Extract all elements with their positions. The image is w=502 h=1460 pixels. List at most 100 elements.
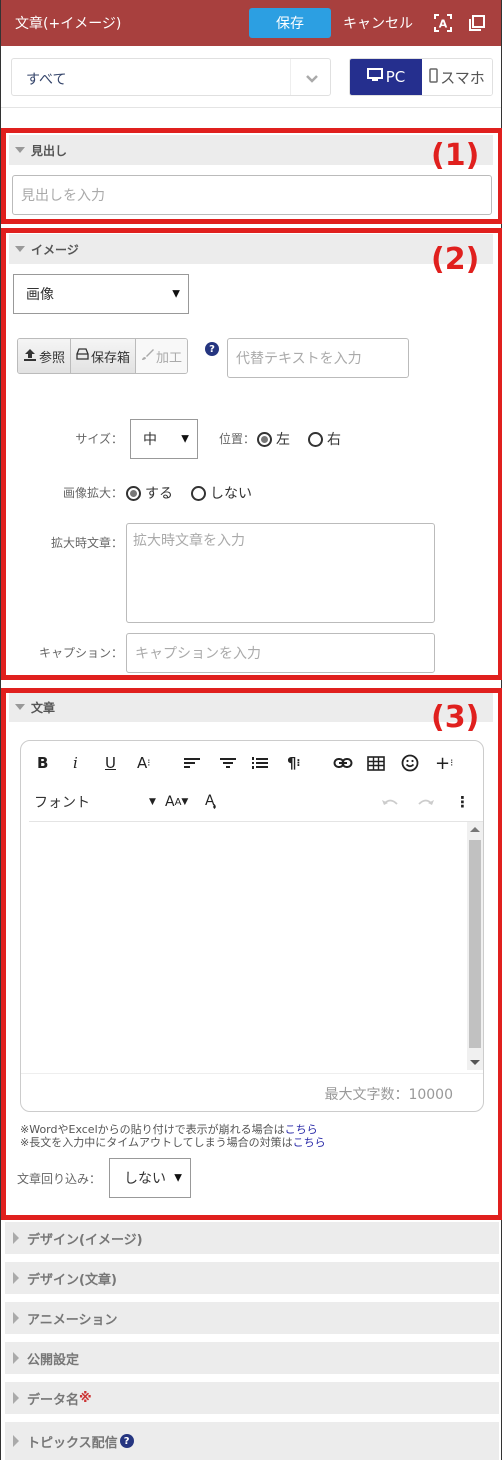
editor-toolbar-row1: B i U A ⁝ ¶ ⁝ + ⁝ (21, 745, 483, 781)
timeout-help-link[interactable]: こちら (293, 1136, 326, 1149)
more-options-icon[interactable]: ⋮ (455, 790, 470, 814)
help-icon[interactable]: ? (205, 342, 219, 356)
undo-icon[interactable] (381, 790, 399, 814)
save-button[interactable]: 保存 (249, 8, 331, 38)
ordered-list-icon[interactable] (251, 751, 269, 775)
caret-right-icon (13, 1272, 19, 1284)
caret-right-icon (13, 1392, 19, 1404)
section-design-image[interactable]: デザイン(イメージ) (5, 1222, 499, 1254)
position-label: 位置： (218, 432, 255, 446)
editor-toolbar-row2: フォント ▼ A A ▼ A ⋮ (21, 784, 483, 820)
alt-text-input[interactable]: 代替テキストを入力 (227, 338, 409, 378)
dropdown-arrow-icon: ▼ (174, 1172, 182, 1184)
smartphone-label: スマホ (440, 68, 485, 87)
pc-label: PC (385, 68, 406, 86)
copy-icon[interactable] (467, 13, 487, 33)
section-heading-header[interactable]: 見出し (9, 135, 493, 165)
section-design-text[interactable]: デザイン(文章) (5, 1262, 499, 1294)
redo-icon[interactable] (417, 790, 435, 814)
text-wrap-select[interactable]: しない ▼ (109, 1158, 191, 1198)
editor-content-area[interactable] (29, 821, 483, 1073)
annotation-label-3: (3) (431, 700, 480, 735)
position-right-radio[interactable]: 右 (308, 429, 341, 449)
chevron-down-icon (302, 68, 322, 88)
align-left-icon[interactable] (183, 751, 201, 775)
scroll-up-arrow-icon[interactable] (470, 827, 480, 832)
text-style-button[interactable]: A ⁝ (137, 751, 150, 775)
position-right-label: 右 (327, 432, 341, 448)
editor-scrollbar[interactable] (467, 822, 483, 1070)
cancel-button[interactable]: キャンセル (343, 13, 413, 33)
scroll-down-arrow-icon[interactable] (470, 1060, 480, 1065)
emoji-icon[interactable] (401, 751, 419, 775)
radio-checked-icon (257, 431, 272, 447)
section-topics-distribution[interactable]: トピックス配信 ? (5, 1422, 499, 1460)
scope-select[interactable]: すべて (11, 58, 331, 96)
browse-label: 参照 (39, 350, 66, 366)
text-wrap-value: しない (124, 1171, 166, 1187)
smartphone-button[interactable]: スマホ (422, 59, 492, 95)
caption-label: キャプション： (38, 646, 123, 660)
size-select[interactable]: 中 ▼ (130, 419, 198, 459)
section-topics-label: トピックス配信 (27, 1435, 118, 1451)
section-image-header[interactable]: イメージ (9, 234, 493, 264)
dropdown-arrow-icon: ▼ (181, 433, 189, 445)
caret-right-icon (13, 1435, 19, 1447)
radio-unchecked-icon (308, 431, 323, 447)
section-text-header[interactable]: 文章 (9, 692, 493, 722)
font-size-button[interactable]: A A ▼ (165, 790, 188, 814)
zoom-label: 画像拡大： (62, 486, 123, 500)
scrollbar-thumb[interactable] (469, 840, 481, 1048)
paragraph-format-button[interactable]: ¶ ⁝ (287, 751, 300, 775)
monitor-icon (366, 68, 383, 86)
brush-icon (141, 348, 155, 365)
zoom-no-radio[interactable]: しない (191, 483, 252, 503)
browse-button[interactable]: 参照 (18, 339, 72, 373)
caption-input[interactable]: キャプションを入力 (126, 633, 435, 673)
device-row: すべて PC スマホ (1, 46, 501, 108)
section-publish-settings-label: 公開設定 (27, 1352, 80, 1368)
storage-box-icon (76, 348, 89, 364)
zoom-text-label: 拡大時文章： (50, 536, 123, 550)
link-icon[interactable] (333, 751, 353, 775)
help-icon[interactable]: ? (119, 1434, 134, 1448)
header-bar: 文章(+イメージ) 保存 キャンセル A (1, 0, 501, 46)
caret-down-icon (15, 704, 25, 710)
heading-input[interactable]: 見出しを入力 (12, 175, 492, 215)
bold-button[interactable]: B (37, 751, 48, 775)
insert-more-button[interactable]: + ⁝ (435, 751, 453, 775)
italic-button[interactable]: i (73, 751, 78, 775)
section-data-name-label: データ名 (27, 1392, 80, 1408)
font-family-label[interactable]: フォント (34, 790, 90, 814)
text-color-icon[interactable]: A (205, 790, 219, 814)
position-left-radio[interactable]: 左 (257, 429, 290, 449)
align-center-icon[interactable] (219, 751, 237, 775)
radio-checked-icon (126, 485, 141, 501)
font-dropdown-caret-icon[interactable]: ▼ (149, 790, 156, 814)
underline-button[interactable]: U (105, 751, 116, 775)
text-recognition-icon[interactable]: A (433, 13, 453, 33)
select-divider (290, 59, 291, 95)
radio-unchecked-icon (191, 485, 206, 501)
edit-image-label: 加工 (156, 350, 183, 366)
max-characters: 最大文字数：10000 (324, 1087, 453, 1103)
caret-down-icon (15, 147, 25, 153)
zoom-yes-radio[interactable]: する (126, 483, 173, 503)
section-publish-settings[interactable]: 公開設定 (5, 1342, 499, 1374)
dropdown-arrow-icon: ▼ (172, 288, 180, 300)
section-data-name[interactable]: データ名 ※ (5, 1382, 499, 1414)
image-type-value: 画像 (26, 287, 54, 303)
zoom-text-textarea[interactable]: 拡大時文章を入力 (126, 523, 435, 623)
annotation-label-1: (1) (431, 138, 480, 173)
table-icon[interactable] (367, 751, 385, 775)
edit-image-button[interactable]: 加工 (136, 339, 188, 373)
smartphone-icon (429, 67, 438, 87)
storage-button[interactable]: 保存箱 (71, 339, 137, 373)
pc-button[interactable]: PC (350, 59, 422, 95)
zoom-yes-label: する (145, 486, 173, 502)
section-animation[interactable]: アニメーション (5, 1302, 499, 1334)
caret-down-icon (15, 246, 25, 252)
image-type-select[interactable]: 画像 ▼ (13, 274, 189, 314)
editor-footer: 最大文字数：10000 (21, 1073, 483, 1111)
panel-title: 文章(+イメージ) (15, 16, 122, 32)
